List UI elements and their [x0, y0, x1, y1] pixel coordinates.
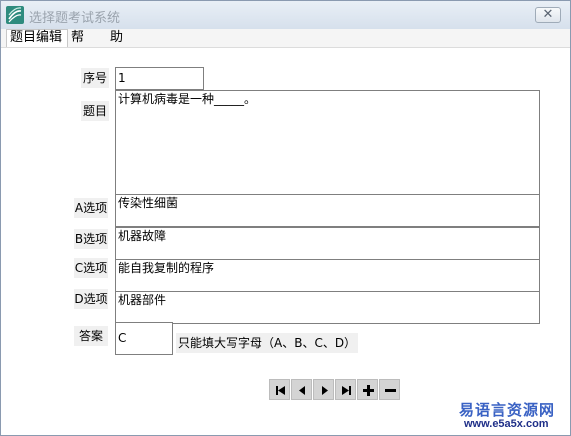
menu-item-help[interactable]: 帮 助: [71, 30, 131, 46]
close-icon: ✕: [542, 7, 554, 22]
option-d-input[interactable]: 机器部件: [115, 291, 540, 324]
add-record-button[interactable]: [357, 379, 378, 400]
option-d-label: D选项: [74, 289, 108, 309]
menu-item-question-edit[interactable]: 题目编辑: [6, 29, 68, 47]
window-title: 选择题考试系统: [29, 11, 121, 26]
next-record-button[interactable]: [313, 379, 334, 400]
title-bar[interactable]: 选择题考试系统 ✕: [1, 1, 570, 30]
app-icon: [6, 6, 24, 24]
prev-record-icon: [299, 386, 305, 395]
delete-record-icon: [385, 389, 396, 392]
option-c-label: C选项: [74, 258, 108, 278]
menu-bar: 题目编辑 帮 助: [1, 29, 570, 48]
add-record-icon: [363, 385, 374, 396]
question-label: 题目: [81, 101, 109, 121]
watermark-brand: 易语言资源网: [459, 401, 556, 419]
delete-record-button[interactable]: [379, 379, 400, 400]
first-record-button[interactable]: [269, 379, 290, 400]
prev-record-button[interactable]: [291, 379, 312, 400]
option-b-label: B选项: [74, 229, 108, 249]
close-button[interactable]: ✕: [535, 7, 561, 23]
seq-input[interactable]: 1: [115, 67, 204, 90]
main-window: 选择题考试系统 ✕ 题目编辑 帮 助 序号 1 题目 计算机病毒是一种_____…: [0, 0, 571, 436]
option-c-input[interactable]: 能自我复制的程序: [115, 259, 540, 292]
question-textarea[interactable]: 计算机病毒是一种_____。: [115, 90, 540, 195]
watermark-url: www.e5a5x.com: [464, 418, 549, 430]
last-record-button[interactable]: [335, 379, 356, 400]
first-record-icon: [276, 386, 285, 395]
answer-input[interactable]: C: [115, 322, 173, 355]
option-b-input[interactable]: 机器故障: [115, 227, 540, 260]
seq-label: 序号: [81, 68, 109, 88]
option-a-input[interactable]: 传染性细菌: [115, 194, 540, 227]
answer-hint: 只能填大写字母（A、B、C、D）: [176, 333, 359, 353]
answer-label: 答案: [74, 326, 108, 346]
next-record-icon: [322, 386, 328, 395]
last-record-icon: [342, 386, 351, 395]
option-a-label: A选项: [74, 198, 108, 218]
